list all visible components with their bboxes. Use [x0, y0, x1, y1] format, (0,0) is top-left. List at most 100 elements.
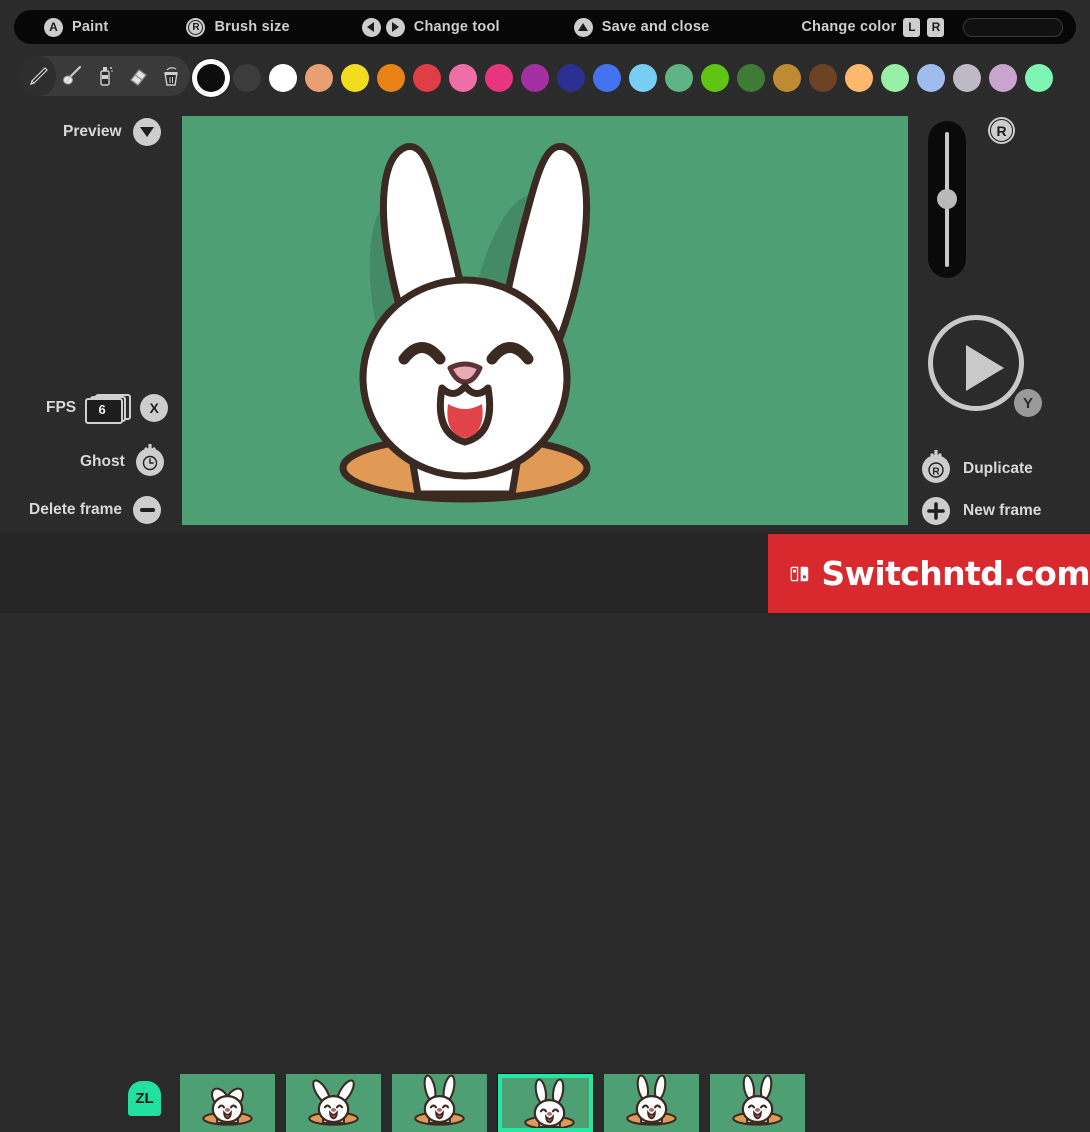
zl-button[interactable]: ZL [128, 1081, 161, 1116]
preview-control[interactable]: Preview [63, 118, 161, 146]
button-r-shoulder-icon: R [927, 17, 945, 37]
button-l-icon: L [903, 17, 921, 37]
hint-change-tool-label: Change tool [413, 19, 500, 35]
frame-thumbnail[interactable] [180, 1074, 275, 1132]
color-swatch-11[interactable] [589, 54, 625, 102]
new-frame-label: New frame [963, 502, 1042, 519]
top-help-bar: A Paint R Brush size Change tool Save an… [14, 10, 1076, 44]
duplicate-control[interactable]: R Duplicate [922, 450, 1033, 483]
tool-brush[interactable] [55, 56, 88, 96]
color-swatch-dot [917, 64, 945, 92]
play-button[interactable] [928, 315, 1024, 411]
color-swatch-15[interactable] [733, 54, 769, 102]
color-swatch-8[interactable] [481, 54, 517, 102]
color-swatch-21[interactable] [949, 54, 985, 102]
color-swatch-0[interactable] [193, 54, 229, 102]
button-r-letter: R [192, 21, 200, 33]
frame-thumbnails [180, 1074, 805, 1132]
button-y-icon: Y [1014, 389, 1042, 417]
slider-button-r-icon[interactable]: R [988, 117, 1015, 144]
color-swatch-9[interactable] [517, 54, 553, 102]
tool-spray-can[interactable] [88, 56, 121, 96]
duplicate-label: Duplicate [963, 460, 1033, 477]
hint-brush-size[interactable]: R Brush size [186, 10, 290, 44]
fps-frames-icon: 6 [85, 394, 132, 424]
chevron-down-icon[interactable] [132, 118, 161, 146]
color-swatch-dot [413, 64, 441, 92]
new-frame-control[interactable]: New frame [922, 497, 1041, 525]
tool-and-palette-row [0, 54, 1090, 104]
tool-group [20, 56, 190, 96]
frame-thumbnail[interactable] [498, 1074, 593, 1132]
color-swatch-13[interactable] [661, 54, 697, 102]
minus-icon[interactable] [133, 496, 162, 524]
color-swatch-7[interactable] [445, 54, 481, 102]
animation-editor-app: A Paint R Brush size Change tool Save an… [0, 0, 1090, 1132]
color-swatch-5[interactable] [373, 54, 409, 102]
color-swatch-dot [341, 64, 369, 92]
color-swatch-dot [269, 64, 297, 92]
tool-paint-bucket[interactable] [154, 56, 187, 96]
color-swatch-19[interactable] [877, 54, 913, 102]
color-swatch-dot [953, 64, 981, 92]
color-swatch-3[interactable] [301, 54, 337, 102]
tool-eraser[interactable] [121, 56, 154, 96]
dpad-left-icon [361, 17, 381, 37]
color-swatch-22[interactable] [985, 54, 1021, 102]
color-swatch-dot [521, 64, 549, 92]
color-swatch-dot [737, 64, 765, 92]
play-triangle-icon [966, 345, 1004, 391]
delete-frame-control[interactable]: Delete frame [29, 496, 162, 524]
color-swatch-4[interactable] [337, 54, 373, 102]
duplicate-icon[interactable]: R [922, 450, 950, 483]
color-swatch-14[interactable] [697, 54, 733, 102]
frame-thumbnail[interactable] [392, 1074, 487, 1132]
watermark-overlay: Switchntd.com [768, 534, 1090, 613]
tool-pencil[interactable] [20, 56, 56, 96]
color-swatch-16[interactable] [769, 54, 805, 102]
dpad-right-icon [385, 17, 405, 37]
color-swatch-dot [1025, 64, 1053, 92]
ghost-label: Ghost [80, 453, 125, 470]
fps-control[interactable]: FPS 6 X [46, 394, 169, 424]
button-x-icon[interactable]: X [140, 394, 169, 422]
ghost-clock-icon[interactable] [135, 444, 164, 476]
color-swatch-20[interactable] [913, 54, 949, 102]
plus-icon[interactable] [922, 497, 950, 525]
watermark-text: Switchntd.com [821, 554, 1090, 593]
color-swatch-dot [881, 64, 909, 92]
color-swatch-17[interactable] [805, 54, 841, 102]
color-swatch-dot [593, 64, 621, 92]
color-swatch-23[interactable] [1021, 54, 1057, 102]
hint-paint[interactable]: A Paint [44, 10, 108, 44]
drawing-canvas[interactable] [182, 116, 908, 525]
nintendo-switch-logo [790, 566, 809, 581]
color-swatch-dot [449, 64, 477, 92]
brush-size-slider[interactable] [928, 121, 966, 278]
slider-knob[interactable] [937, 189, 957, 209]
hint-paint-label: Paint [72, 19, 109, 35]
color-swatch-10[interactable] [553, 54, 589, 102]
color-swatch-6[interactable] [409, 54, 445, 102]
color-swatch-2[interactable] [265, 54, 301, 102]
hint-change-color[interactable]: Change color L R [801, 10, 1064, 44]
svg-text:R: R [932, 467, 940, 478]
color-preview-pill [963, 17, 1064, 37]
color-swatch-1[interactable] [229, 54, 265, 102]
rabbit-drawing [339, 143, 591, 503]
hint-save-and-close[interactable]: Save and close [573, 10, 710, 44]
button-x-triangle-icon [573, 17, 593, 37]
color-swatch-dot [305, 64, 333, 92]
ghost-control[interactable]: Ghost [80, 444, 164, 476]
color-swatch-18[interactable] [841, 54, 877, 102]
fps-label: FPS [46, 399, 77, 416]
frame-thumbnail[interactable] [604, 1074, 699, 1132]
frame-thumbnail[interactable] [710, 1074, 805, 1132]
color-swatch-dot [845, 64, 873, 92]
hint-change-tool[interactable]: Change tool [361, 10, 500, 44]
button-r-icon: R [186, 17, 206, 37]
frame-thumbnail[interactable] [286, 1074, 381, 1132]
color-swatch-12[interactable] [625, 54, 661, 102]
color-swatch-dot [629, 64, 657, 92]
color-swatch-dot [233, 64, 261, 92]
